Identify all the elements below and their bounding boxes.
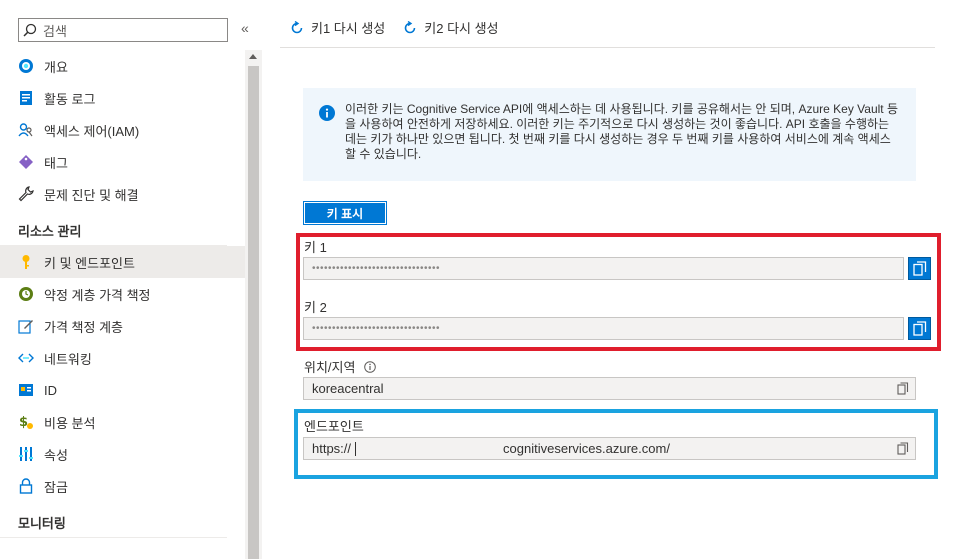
pricing-icon [18,286,34,302]
endpoint-highlight-box [294,409,938,479]
regenerate-key1-label: 키1 다시 생성 [311,21,386,36]
regenerate-key2-button[interactable]: 키2 다시 생성 [403,18,499,37]
keys-highlight-box [296,233,941,351]
sidebar-item-label: 액세스 제어(IAM) [44,123,140,139]
toolbar-divider [280,47,935,48]
sidebar-item-label: 잠금 [44,479,68,495]
iam-icon [18,122,34,138]
info-banner: 이러한 키는 Cognitive Service API에 액세스하는 데 사용… [303,88,916,181]
sidebar-item-label: 개요 [44,59,68,75]
sidebar-item-activity-log[interactable]: 활동 로그 [0,82,245,114]
tag-icon [18,154,34,170]
section-monitoring: 모니터링 [0,502,227,538]
svg-text:$: $ [19,415,28,430]
sidebar-item-label: 키 및 엔드포인트 [44,255,135,271]
regenerate-key1-button[interactable]: 키1 다시 생성 [290,18,385,37]
networking-icon [18,350,34,366]
wrench-icon [18,186,34,202]
sidebar-item-label: 문제 진단 및 해결 [44,187,139,203]
search-icon [23,23,37,37]
sidebar-item-pricing-tier[interactable]: 가격 책정 계층 [0,310,245,342]
activity-log-icon [18,90,34,106]
key-icon [18,254,34,270]
sidebar-item-keys-endpoint[interactable]: 키 및 엔드포인트 [0,246,245,278]
location-value: koreacentral [312,381,384,396]
location-field[interactable]: koreacentral [303,377,916,400]
sidebar-scrollbar-thumb[interactable] [248,66,259,559]
properties-icon [18,446,34,462]
edit-icon [18,318,34,334]
overview-icon [18,58,34,74]
sidebar-item-tags[interactable]: 태그 [0,146,245,178]
search-placeholder: 검색 [43,23,67,39]
sidebar-item-label: 태그 [44,155,68,171]
toolbar: 키1 다시 생성 키2 다시 생성 [290,18,499,37]
sidebar-item-diagnose[interactable]: 문제 진단 및 해결 [0,178,245,210]
sidebar-item-label: 약정 계층 가격 책정 [44,287,151,303]
scroll-up-icon[interactable] [249,54,257,59]
sidebar-item-label: 속성 [44,447,68,463]
refresh-icon [291,20,303,33]
search-input[interactable]: 검색 [18,18,228,42]
location-label: 위치/지역 [304,357,377,376]
cost-icon: $ [18,414,34,430]
section-resource-management: 리소스 관리 [0,210,227,246]
lock-icon [18,478,34,494]
sidebar-item-identity[interactable]: ID [0,374,245,406]
sidebar-item-label: 활동 로그 [44,91,96,107]
sidebar-item-label: ID [44,382,57,398]
copy-icon[interactable] [897,382,909,395]
sidebar: 검색 « 개요 활동 로그 액세스 제어(IAM) 태그 문제 진단 및 해결 … [0,0,262,559]
sidebar-item-networking[interactable]: 네트워킹 [0,342,245,374]
regenerate-key2-label: 키2 다시 생성 [424,21,499,36]
info-circle-icon[interactable] [364,360,377,373]
info-text: 이러한 키는 Cognitive Service API에 액세스하는 데 사용… [345,102,899,161]
sidebar-nav: 개요 활동 로그 액세스 제어(IAM) 태그 문제 진단 및 해결 리소스 관… [0,50,245,538]
collapse-sidebar-button[interactable]: « [241,20,249,36]
sidebar-item-commitment-pricing[interactable]: 약정 계층 가격 책정 [0,278,245,310]
sidebar-item-iam[interactable]: 액세스 제어(IAM) [0,114,245,146]
location-label-text: 위치/지역 [304,360,356,375]
sidebar-item-locks[interactable]: 잠금 [0,470,245,502]
sidebar-item-label: 네트워킹 [44,351,92,367]
sidebar-item-label: 비용 분석 [44,415,96,431]
show-keys-button[interactable]: 키 표시 [303,201,387,225]
info-icon [319,105,335,121]
sidebar-item-label: 가격 책정 계층 [44,319,123,335]
sidebar-item-overview[interactable]: 개요 [0,50,245,82]
sidebar-item-properties[interactable]: 속성 [0,438,245,470]
refresh-icon [404,20,416,33]
id-icon [18,382,34,398]
sidebar-item-cost-analysis[interactable]: $ 비용 분석 [0,406,245,438]
